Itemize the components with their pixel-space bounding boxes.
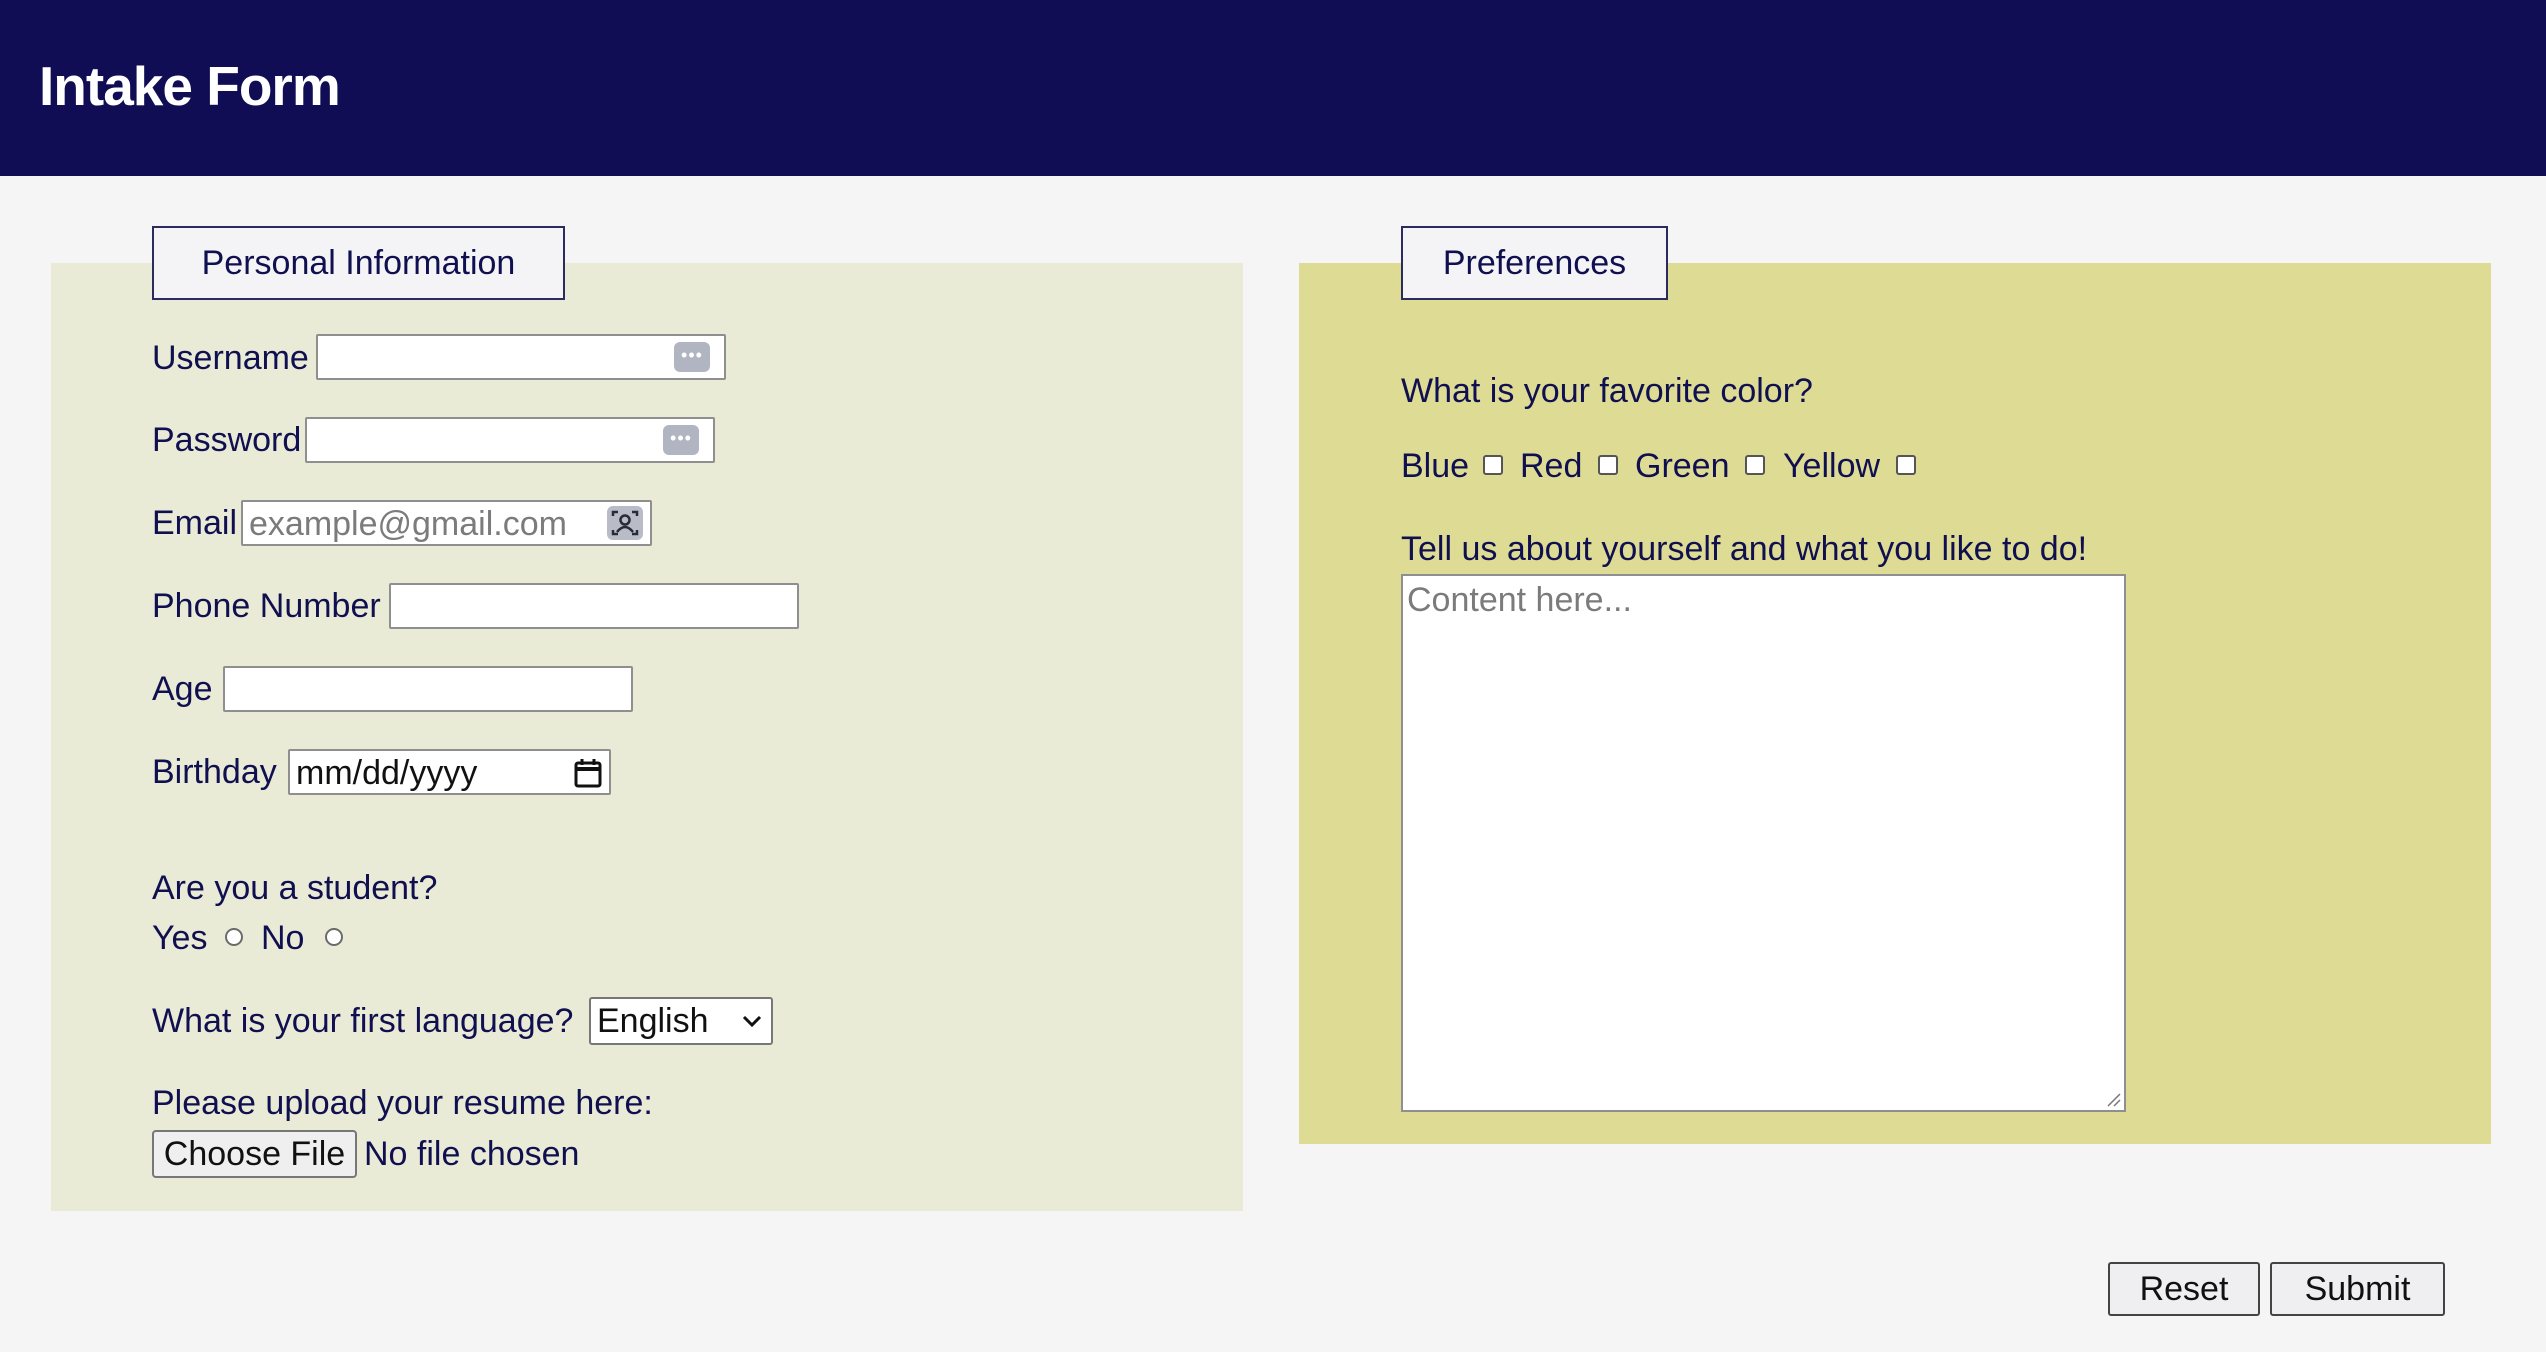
color-option-yellow-label: Yellow: [1783, 447, 1881, 485]
color-option-red-label: Red: [1520, 447, 1583, 485]
student-no-radio[interactable]: [325, 928, 343, 946]
username-input[interactable]: •••: [316, 334, 726, 380]
chevron-down-icon: [742, 1015, 762, 1028]
language-select[interactable]: English: [589, 997, 773, 1045]
color-option-yellow-checkbox[interactable]: [1896, 455, 1916, 475]
about-yourself-placeholder: Content here...: [1407, 581, 1632, 619]
about-yourself-textarea[interactable]: Content here...: [1401, 574, 2126, 1112]
age-input[interactable]: [223, 666, 633, 712]
birthday-date-placeholder: mm/dd/yyyy: [296, 754, 478, 792]
password-label: Password: [152, 421, 302, 459]
personal-information-legend: Personal Information: [152, 226, 565, 300]
favorite-color-question: What is your favorite color?: [1401, 372, 1813, 410]
color-option-green-checkbox[interactable]: [1745, 455, 1765, 475]
page-header: Intake Form: [0, 0, 2546, 176]
password-manager-key-icon[interactable]: •••: [674, 342, 710, 372]
color-option-blue-checkbox[interactable]: [1483, 455, 1503, 475]
age-label: Age: [152, 670, 213, 708]
page-title: Intake Form: [39, 55, 341, 117]
phone-number-label: Phone Number: [152, 587, 381, 625]
birthday-date-input[interactable]: mm/dd/yyyy: [288, 749, 611, 795]
color-option-green-label: Green: [1635, 447, 1730, 485]
username-label: Username: [152, 339, 309, 377]
email-placeholder: example@gmail.com: [249, 505, 567, 543]
language-question: What is your first language?: [152, 1002, 574, 1040]
birthday-label: Birthday: [152, 753, 277, 791]
language-selected-value: English: [597, 1002, 709, 1040]
password-input[interactable]: •••: [305, 417, 715, 463]
submit-button[interactable]: Submit: [2270, 1262, 2445, 1316]
no-file-chosen-text: No file chosen: [364, 1135, 580, 1173]
phone-number-input[interactable]: [389, 583, 799, 629]
reset-button[interactable]: Reset: [2108, 1262, 2260, 1316]
password-manager-key-icon[interactable]: •••: [663, 425, 699, 455]
choose-file-button[interactable]: Choose File: [152, 1130, 357, 1178]
preferences-legend: Preferences: [1401, 226, 1668, 300]
email-input[interactable]: example@gmail.com: [241, 500, 652, 546]
color-option-blue-label: Blue: [1401, 447, 1470, 485]
contact-autofill-icon[interactable]: [607, 506, 643, 540]
student-yes-radio[interactable]: [225, 928, 243, 946]
student-yes-label: Yes: [152, 919, 208, 957]
resume-upload-label: Please upload your resume here:: [152, 1084, 653, 1122]
about-yourself-label: Tell us about yourself and what you like…: [1401, 530, 2088, 568]
calendar-icon[interactable]: [573, 757, 603, 789]
color-option-red-checkbox[interactable]: [1598, 455, 1618, 475]
email-label: Email: [152, 504, 238, 542]
personal-information-fieldset: [51, 263, 1243, 1211]
student-question: Are you a student?: [152, 869, 438, 907]
resize-grip-icon[interactable]: [2105, 1091, 2121, 1107]
student-no-label: No: [261, 919, 305, 957]
